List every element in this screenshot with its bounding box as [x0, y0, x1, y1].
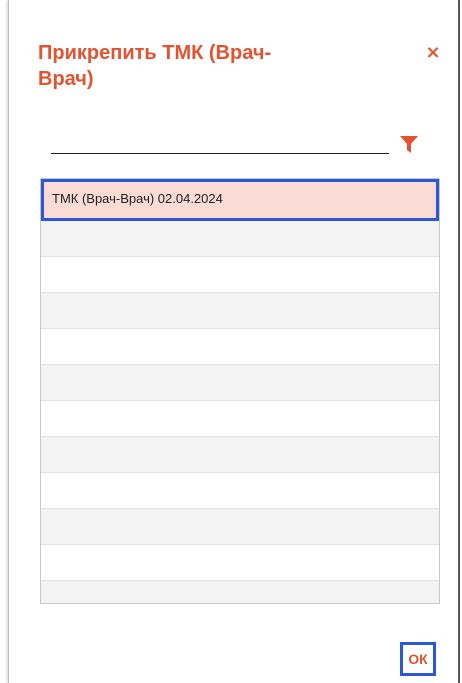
empty-row: [41, 365, 439, 401]
ok-button[interactable]: ОК: [400, 642, 436, 676]
tmk-list[interactable]: ТМК (Врач-Врач) 02.04.2024: [40, 178, 440, 604]
dialog-title: Прикрепить ТМК (Врач-Врач): [38, 42, 272, 90]
empty-row: [41, 437, 439, 473]
empty-row: [41, 509, 439, 545]
empty-row: [41, 329, 439, 365]
empty-row: [41, 257, 439, 293]
filter-button[interactable]: [400, 136, 418, 153]
empty-row: [41, 293, 439, 329]
empty-row: [41, 473, 439, 509]
empty-row: [41, 221, 439, 257]
empty-row: [41, 401, 439, 437]
close-icon: ×: [425, 42, 441, 63]
list-item[interactable]: ТМК (Врач-Врач) 02.04.2024: [41, 179, 439, 221]
empty-row: [41, 545, 439, 581]
list-item-label: ТМК (Врач-Врач) 02.04.2024: [52, 191, 223, 206]
search-input[interactable]: [51, 130, 389, 154]
filter-icon: [400, 136, 418, 153]
attach-tmk-dialog: Прикрепить ТМК (Врач-Врач) × ТМК (Врач-В…: [8, 0, 460, 683]
close-button[interactable]: ×: [423, 42, 443, 64]
empty-row: [41, 581, 439, 603]
